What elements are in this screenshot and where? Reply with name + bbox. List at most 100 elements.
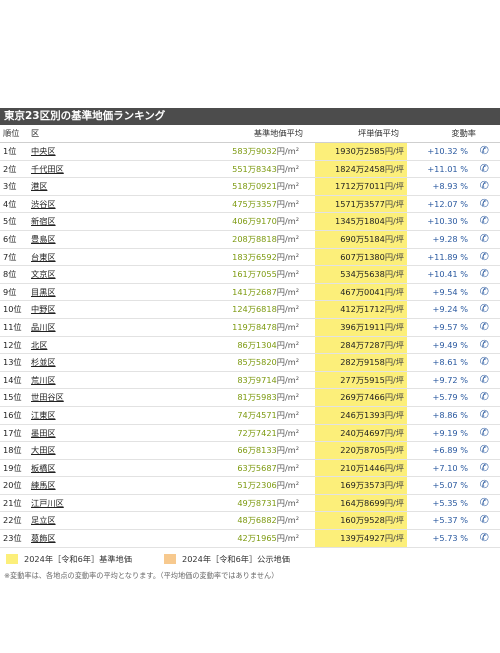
row-ward-link[interactable]: 千代田区 (31, 161, 64, 178)
row-kijun-unit: 円/m² (276, 304, 299, 315)
phone-icon[interactable]: ✆ (480, 319, 489, 336)
row-tsubo-unit: 円/坪 (384, 357, 404, 368)
row-rate: +10.41 % (427, 269, 468, 280)
table-row: 15位 世田谷区 81万5983円/m² 269万7466円/坪 +5.79 % ✆ (0, 389, 500, 407)
row-rank: 23位 (3, 533, 22, 544)
row-kijun: 86万1304円/m² (237, 337, 299, 354)
row-tsubo: 412万1712円/坪 (315, 301, 407, 318)
row-ward-link[interactable]: 世田谷区 (31, 389, 64, 406)
row-tsubo-unit: 円/坪 (384, 480, 404, 491)
row-rank: 8位 (3, 269, 17, 280)
row-ward-link[interactable]: 墨田区 (31, 425, 56, 442)
row-tsubo-value: 690万5184 (340, 233, 385, 244)
row-ward-link[interactable]: 板橋区 (31, 460, 56, 477)
row-kijun-value: 161万7055 (232, 269, 277, 280)
row-tsubo-unit: 円/坪 (384, 321, 404, 332)
row-ward-link[interactable]: 中野区 (31, 301, 56, 318)
phone-icon[interactable]: ✆ (480, 301, 489, 318)
row-kijun-unit: 円/m² (276, 286, 299, 297)
table-row: 10位 中野区 124万6818円/m² 412万1712円/坪 +9.24 % ✆ (0, 301, 500, 319)
phone-icon[interactable]: ✆ (480, 495, 489, 512)
phone-icon[interactable]: ✆ (480, 213, 489, 230)
row-tsubo-unit: 円/坪 (384, 515, 404, 526)
row-ward-link[interactable]: 足立区 (31, 512, 56, 529)
table-row: 19位 板橋区 63万5687円/m² 210万1446円/坪 +7.10 % ✆ (0, 459, 500, 478)
row-ward-link[interactable]: 大田区 (31, 442, 56, 459)
row-rate: +5.79 % (432, 392, 468, 403)
phone-icon[interactable]: ✆ (480, 143, 489, 160)
row-kijun: 141万2687円/m² (232, 284, 299, 301)
row-kijun: 49万8731円/m² (237, 495, 299, 512)
row-kijun-unit: 円/m² (276, 339, 299, 350)
row-rank: 21位 (3, 497, 22, 508)
phone-icon[interactable]: ✆ (480, 266, 489, 283)
row-tsubo-value: 1345万1804 (334, 216, 385, 227)
row-ward-link[interactable]: 杉並区 (31, 354, 56, 371)
header-ward: 区 (31, 128, 40, 138)
phone-icon[interactable]: ✆ (480, 530, 489, 547)
row-tsubo-value: 240万4697 (340, 427, 385, 438)
row-ward-link[interactable]: 台東区 (31, 249, 56, 266)
row-ward-link[interactable]: 豊島区 (31, 231, 56, 248)
row-ward-link[interactable]: 品川区 (31, 319, 56, 336)
row-tsubo: 396万1911円/坪 (315, 318, 407, 336)
row-ward-link[interactable]: 練馬区 (31, 477, 56, 494)
row-tsubo-unit: 円/坪 (384, 233, 404, 244)
row-kijun-value: 42万1965 (237, 533, 277, 544)
table-row: 9位 目黒区 141万2687円/m² 467万0041円/坪 +9.54 % ✆ (0, 283, 500, 302)
row-ward-link[interactable]: 渋谷区 (31, 196, 56, 213)
row-kijun-unit: 円/m² (276, 269, 299, 280)
row-ward-link[interactable]: 北区 (31, 337, 47, 354)
row-tsubo-value: 169万3573 (340, 480, 385, 491)
row-tsubo-value: 412万1712 (340, 304, 385, 315)
row-kijun-unit: 円/m² (276, 392, 299, 403)
row-tsubo: 607万1380円/坪 (315, 248, 407, 266)
row-ward-link[interactable]: 新宿区 (31, 213, 56, 230)
phone-icon[interactable]: ✆ (480, 284, 489, 301)
row-tsubo: 534万5638円/坪 (315, 266, 407, 283)
row-tsubo-unit: 円/坪 (384, 181, 404, 192)
row-tsubo: 246万1393円/坪 (315, 406, 407, 424)
row-tsubo: 1345万1804円/坪 (315, 213, 407, 230)
row-ward-link[interactable]: 文京区 (31, 266, 56, 283)
row-ward-link[interactable]: 江戸川区 (31, 495, 64, 512)
phone-icon[interactable]: ✆ (480, 196, 489, 213)
row-tsubo: 210万1446円/坪 (315, 459, 407, 477)
row-tsubo-value: 607万1380 (340, 251, 385, 262)
row-rate: +9.28 % (432, 233, 468, 244)
phone-icon[interactable]: ✆ (480, 337, 489, 354)
row-ward-link[interactable]: 荒川区 (31, 372, 56, 389)
row-ward-link[interactable]: 江東区 (31, 407, 56, 424)
row-ward-link[interactable]: 葛飾区 (31, 530, 56, 547)
phone-icon[interactable]: ✆ (480, 425, 489, 442)
row-ward-link[interactable]: 中央区 (31, 143, 56, 160)
phone-icon[interactable]: ✆ (480, 249, 489, 266)
row-tsubo: 277万5915円/坪 (315, 371, 407, 389)
table-header: 順位 区 基準地価平均 坪単価平均 変動率 (0, 125, 500, 143)
phone-icon[interactable]: ✆ (480, 477, 489, 494)
row-ward-link[interactable]: 港区 (31, 178, 47, 195)
row-rate: +8.93 % (432, 181, 468, 192)
phone-icon[interactable]: ✆ (480, 231, 489, 248)
row-tsubo-unit: 円/坪 (384, 427, 404, 438)
row-kijun: 83万9714円/m² (237, 372, 299, 389)
row-rate: +9.57 % (432, 321, 468, 332)
phone-icon[interactable]: ✆ (480, 178, 489, 195)
row-tsubo-unit: 円/坪 (384, 462, 404, 473)
row-rank: 14位 (3, 374, 22, 385)
table-row: 13位 杉並区 85万5820円/m² 282万9158円/坪 +8.61 % ✆ (0, 354, 500, 372)
phone-icon[interactable]: ✆ (480, 354, 489, 371)
phone-icon[interactable]: ✆ (480, 389, 489, 406)
phone-icon[interactable]: ✆ (480, 512, 489, 529)
table-row: 5位 新宿区 406万9170円/m² 1345万1804円/坪 +10.30 % ✆ (0, 213, 500, 231)
table-row: 1位 中央区 583万9032円/m² 1930万2585円/坪 +10.32 % ✆ (0, 143, 500, 161)
row-ward-link[interactable]: 目黒区 (31, 284, 56, 301)
phone-icon[interactable]: ✆ (480, 460, 489, 477)
row-kijun-unit: 円/m² (276, 462, 299, 473)
row-rate: +8.61 % (432, 357, 468, 368)
phone-icon[interactable]: ✆ (480, 407, 489, 424)
phone-icon[interactable]: ✆ (480, 372, 489, 389)
row-kijun-value: 66万8133 (237, 445, 277, 456)
phone-icon[interactable]: ✆ (480, 442, 489, 459)
phone-icon[interactable]: ✆ (480, 161, 489, 178)
